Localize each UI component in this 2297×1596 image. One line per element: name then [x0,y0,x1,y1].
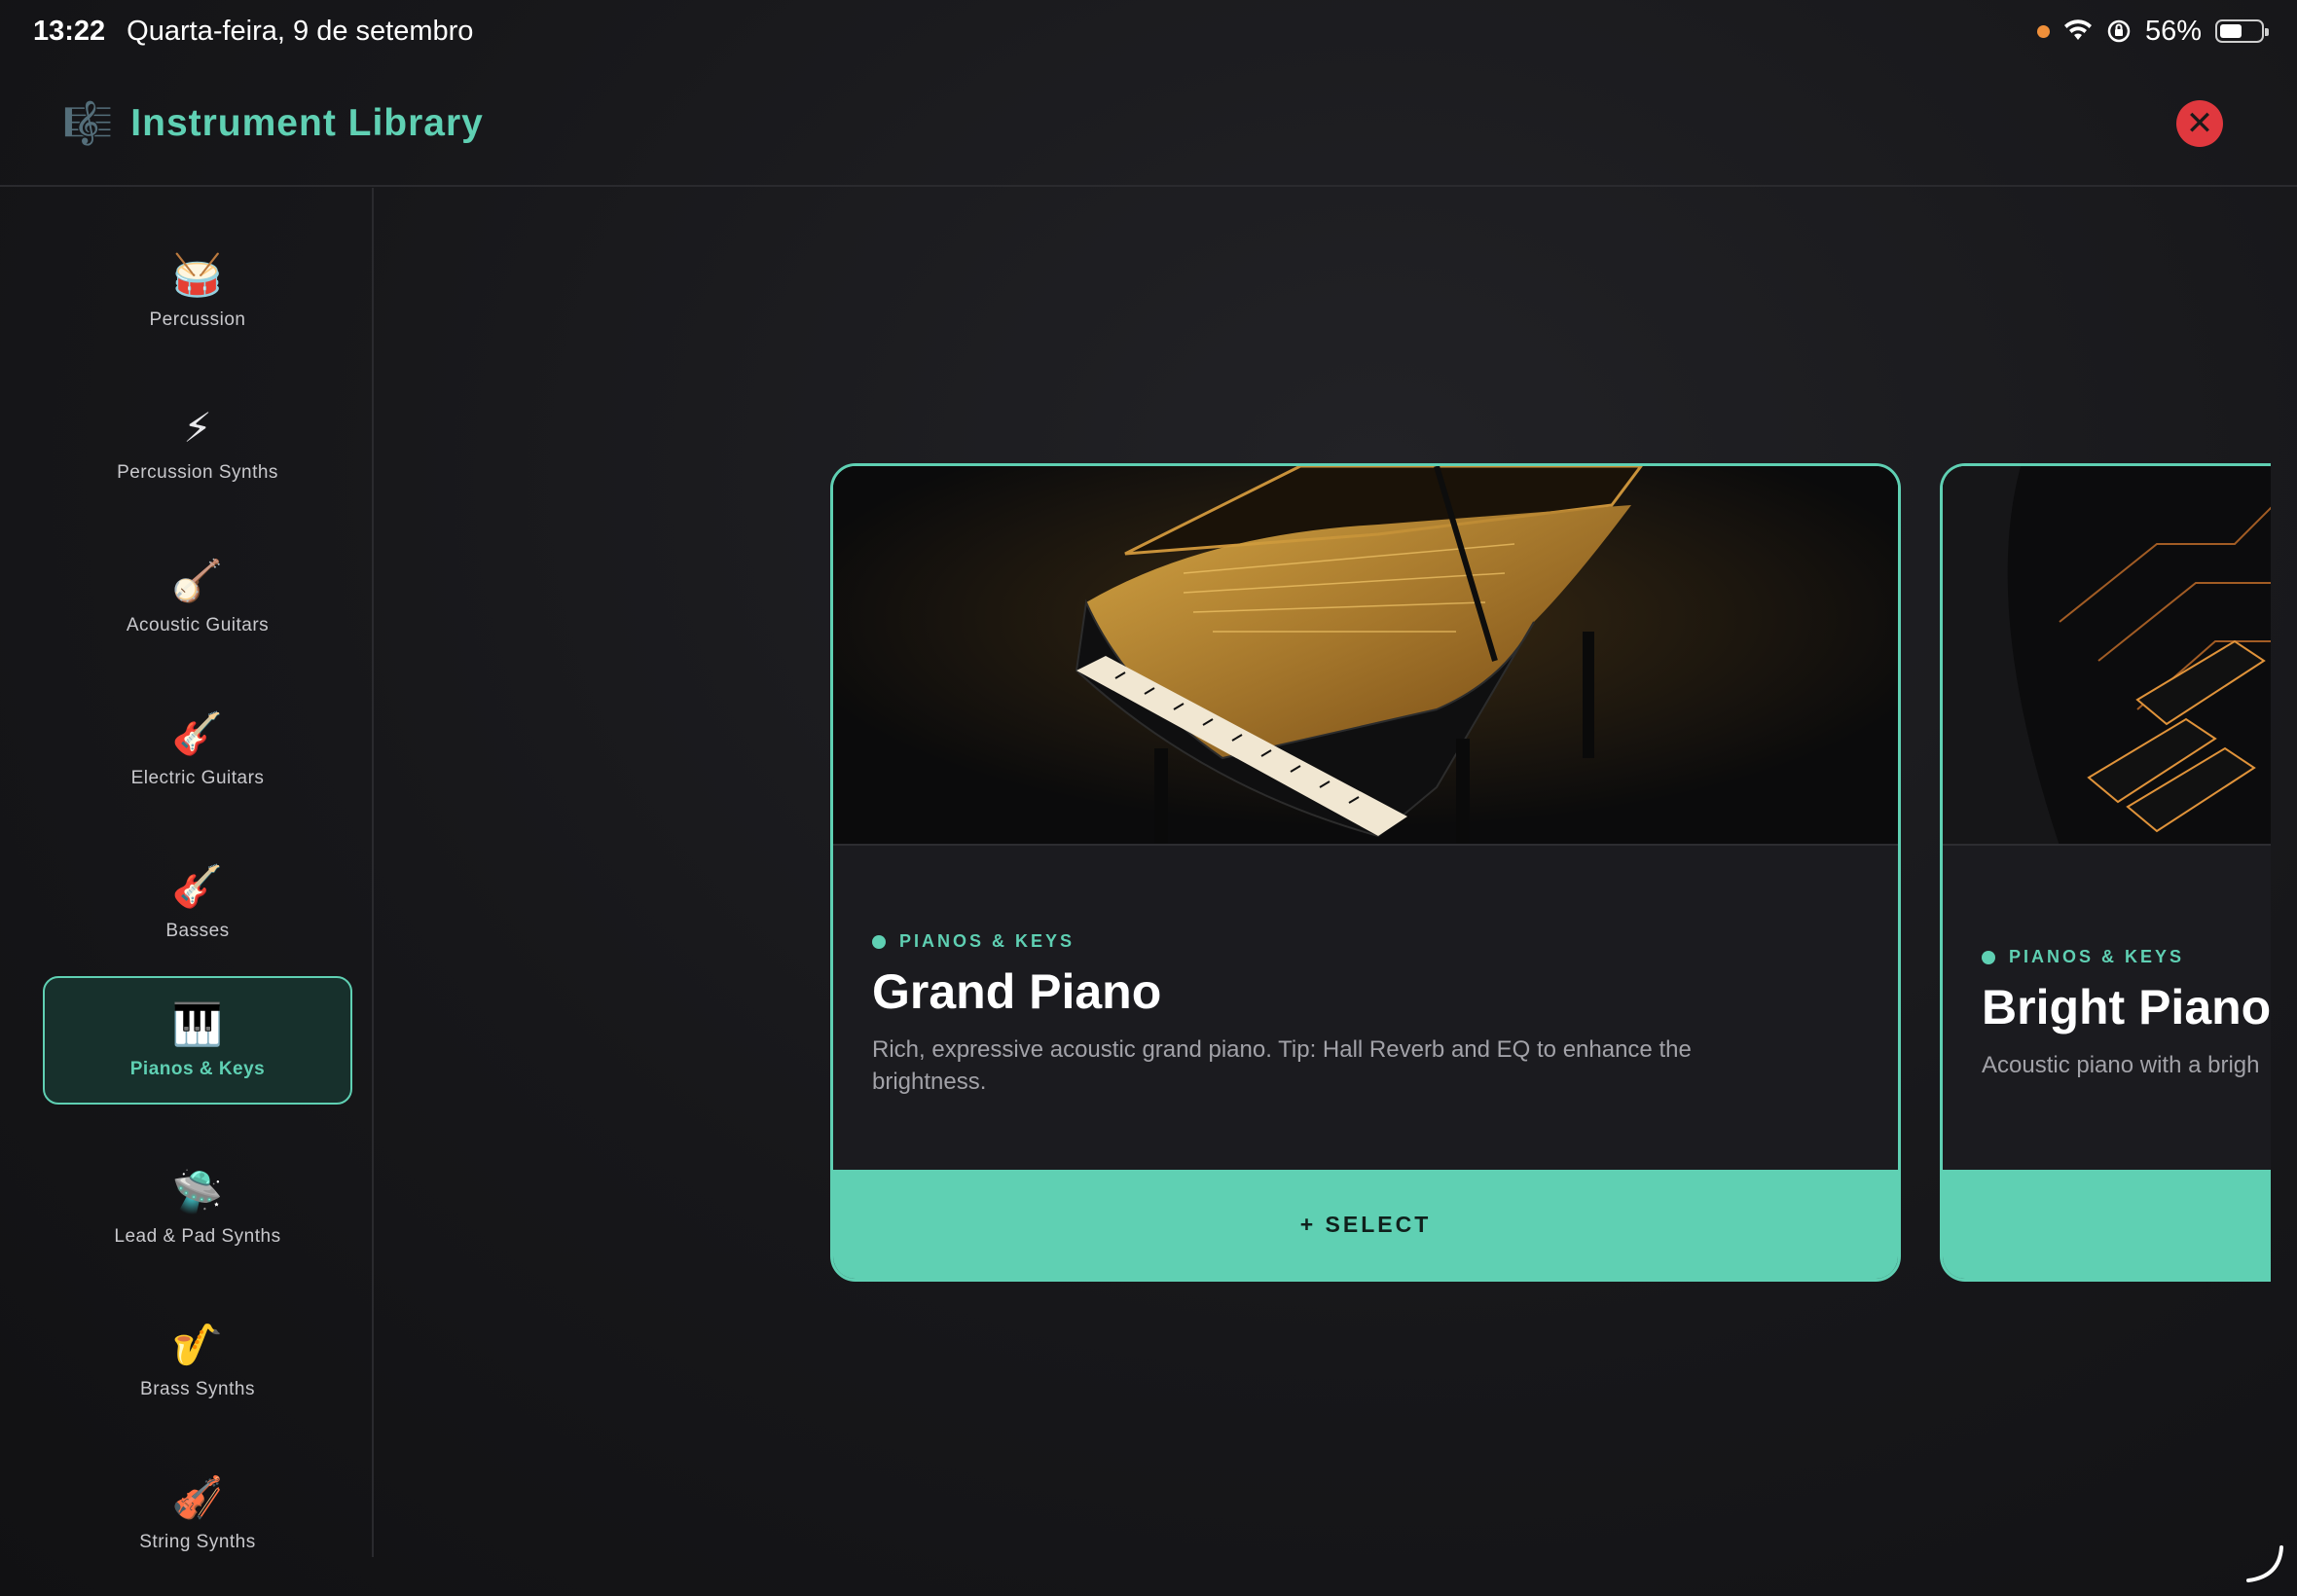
screen: 13:22 Quarta-feira, 9 de setembro 56% 🎼 … [0,0,2297,1596]
bright-piano-image [1943,466,2271,846]
sidebar-item-string-synths[interactable]: 🎻 String Synths [43,1449,352,1578]
page-title: Instrument Library [130,102,484,144]
status-indicators: 56% [2036,15,2269,48]
category-label: PIANOS & KEYS [899,931,1076,951]
close-button[interactable]: ✕ [2176,100,2223,147]
battery-fill [2220,24,2242,38]
header: 🎼 Instrument Library ✕ [0,62,2297,187]
grand-piano-illustration [833,466,1898,844]
sidebar-item-percussion[interactable]: 🥁 Percussion [43,227,352,355]
sidebar-item-label: Pianos & Keys [129,1059,266,1079]
ufo-icon: 🛸 [171,1169,224,1215]
sidebar-item-basses[interactable]: 🎸 Basses [43,838,352,966]
category-dot-icon [1982,950,1995,964]
card-category: PIANOS & KEYS [1982,947,2271,967]
card-body: PIANOS & KEYS Bright Piano Acoustic pian… [1982,947,2271,1081]
sidebar-item-label: Percussion Synths [117,462,278,483]
grand-piano-image [833,466,1898,846]
banjo-icon: 🪕 [171,558,224,603]
bass-guitar-icon: 🎸 [171,863,224,909]
sidebar-item-label: String Synths [139,1532,256,1552]
card-title: Grand Piano [872,964,1162,1019]
corner-gesture-icon [2246,1545,2283,1582]
sidebar-item-lead-pad-synths[interactable]: 🛸 Lead & Pad Synths [43,1143,352,1272]
close-icon: ✕ [2185,105,2214,142]
sidebar-item-label: Basses [165,921,230,941]
violin-icon: 🎻 [171,1474,224,1520]
music-sheet-icon: 🎼 [62,99,114,146]
sidebar-item-label: Electric Guitars [130,768,265,788]
category-sidebar: 🥁 Percussion ⚡ Percussion Synths 🪕 Acous… [0,188,374,1557]
guitar-icon: 🎸 [171,710,224,756]
select-button[interactable]: + SELECT [833,1170,1898,1279]
status-date: Quarta-feira, 9 de setembro [127,15,474,47]
sidebar-item-label: Brass Synths [140,1379,255,1399]
sidebar-item-percussion-synths[interactable]: ⚡ Percussion Synths [43,380,352,508]
sidebar-item-label: Lead & Pad Synths [114,1226,281,1247]
card-category: PIANOS & KEYS [872,931,1859,952]
piano-keys-icon: 🎹 [171,1001,224,1047]
saxophone-icon: 🎷 [171,1322,224,1367]
card-body: PIANOS & KEYS Grand Piano Rich, expressi… [872,931,1859,1098]
drum-icon: 🥁 [171,252,224,298]
bright-piano-illustration [1943,466,2271,844]
instrument-card-grand-piano[interactable]: PIANOS & KEYS Grand Piano Rich, expressi… [830,463,1901,1282]
orientation-lock-icon [2107,19,2131,43]
card-title: Bright Piano [1982,980,2271,1034]
sidebar-item-acoustic-guitars[interactable]: 🪕 Acoustic Guitars [43,532,352,661]
battery-percent: 56% [2144,15,2202,47]
sidebar-item-label: Percussion [149,309,246,330]
card-description: Rich, expressive acoustic grand piano. T… [872,1036,1692,1095]
sidebar-item-electric-guitars[interactable]: 🎸 Electric Guitars [43,685,352,814]
status-time: 13:22 [33,15,106,47]
category-dot-icon [872,934,886,949]
sidebar-item-brass-synths[interactable]: 🎷 Brass Synths [43,1296,352,1425]
wifi-icon [2063,19,2092,40]
status-bar: 13:22 Quarta-feira, 9 de setembro 56% [0,0,2297,62]
category-label: PIANOS & KEYS [2009,947,2185,966]
recording-dot-icon [2036,24,2050,38]
sidebar-item-pianos-keys[interactable]: 🎹 Pianos & Keys [43,976,352,1105]
select-button[interactable] [1943,1170,2271,1279]
lightning-icon: ⚡ [183,405,212,451]
battery-icon [2215,19,2269,43]
card-description: Acoustic piano with a brigh [1982,1052,2260,1078]
sidebar-item-label: Acoustic Guitars [126,615,270,635]
instrument-card-bright-piano[interactable]: PIANOS & KEYS Bright Piano Acoustic pian… [1940,463,2271,1282]
